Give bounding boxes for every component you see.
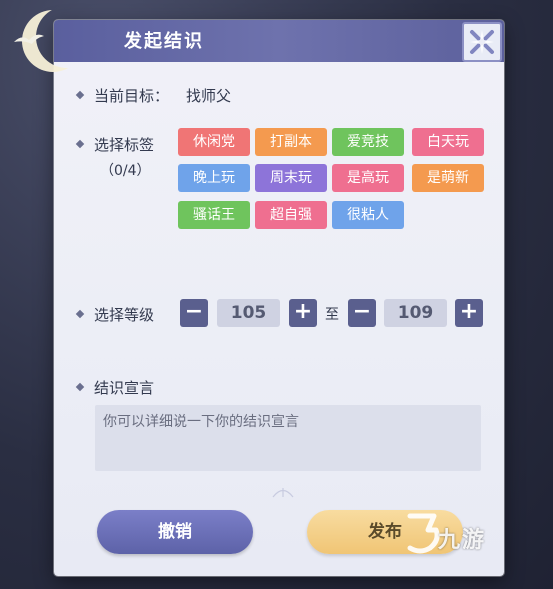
close-x-icon bbox=[470, 30, 494, 54]
tag-item[interactable]: 骚话王 bbox=[178, 201, 250, 229]
declaration-label: 结识宣言 bbox=[94, 379, 155, 397]
declaration-input[interactable] bbox=[95, 405, 481, 471]
tag-item[interactable]: 休闲党 bbox=[178, 128, 250, 156]
tag-item[interactable]: 超自强 bbox=[255, 201, 327, 229]
cancel-button[interactable]: 撤销 bbox=[97, 510, 253, 554]
dialog-panel: 发起结识 当前目标： 找师父 选择标签 （0/4） 休闲党 打副本 爱竞技 白天… bbox=[54, 20, 504, 576]
flower-ornament-icon bbox=[272, 488, 294, 498]
level-label: 选择等级 bbox=[94, 306, 155, 324]
bullet-icon bbox=[75, 90, 85, 100]
tag-item[interactable]: 白天玩 bbox=[412, 128, 484, 156]
title-bar: 发起结识 bbox=[54, 20, 504, 62]
dialog-title: 发起结识 bbox=[124, 31, 204, 52]
tag-item[interactable]: 打副本 bbox=[255, 128, 327, 156]
tag-item[interactable]: 晚上玩 bbox=[178, 164, 250, 192]
target-label: 当前目标： bbox=[94, 87, 170, 105]
target-value: 找师父 bbox=[186, 87, 232, 105]
bird-icon bbox=[14, 34, 44, 44]
tag-item[interactable]: 周末玩 bbox=[255, 164, 327, 192]
level-max-increment-button[interactable]: + bbox=[455, 299, 483, 327]
level-max-decrement-button[interactable]: − bbox=[348, 299, 376, 327]
level-min-increment-button[interactable]: + bbox=[289, 299, 317, 327]
tag-item[interactable]: 是萌新 bbox=[412, 164, 484, 192]
level-to-text: 至 bbox=[325, 307, 339, 323]
bullet-icon bbox=[75, 309, 85, 319]
level-min-value[interactable]: 105 bbox=[217, 299, 280, 327]
level-max-value[interactable]: 109 bbox=[384, 299, 447, 327]
tags-count: （0/4） bbox=[100, 163, 151, 179]
tag-item[interactable]: 是高玩 bbox=[332, 164, 404, 192]
tag-item[interactable]: 爱竞技 bbox=[332, 128, 404, 156]
watermark-text: 九游 bbox=[438, 528, 487, 553]
level-min-decrement-button[interactable]: − bbox=[180, 299, 208, 327]
bullet-icon bbox=[75, 382, 85, 392]
bullet-icon bbox=[75, 139, 85, 149]
close-button[interactable] bbox=[462, 22, 502, 62]
tag-item[interactable]: 很粘人 bbox=[332, 201, 404, 229]
tags-label: 选择标签 bbox=[94, 136, 155, 154]
